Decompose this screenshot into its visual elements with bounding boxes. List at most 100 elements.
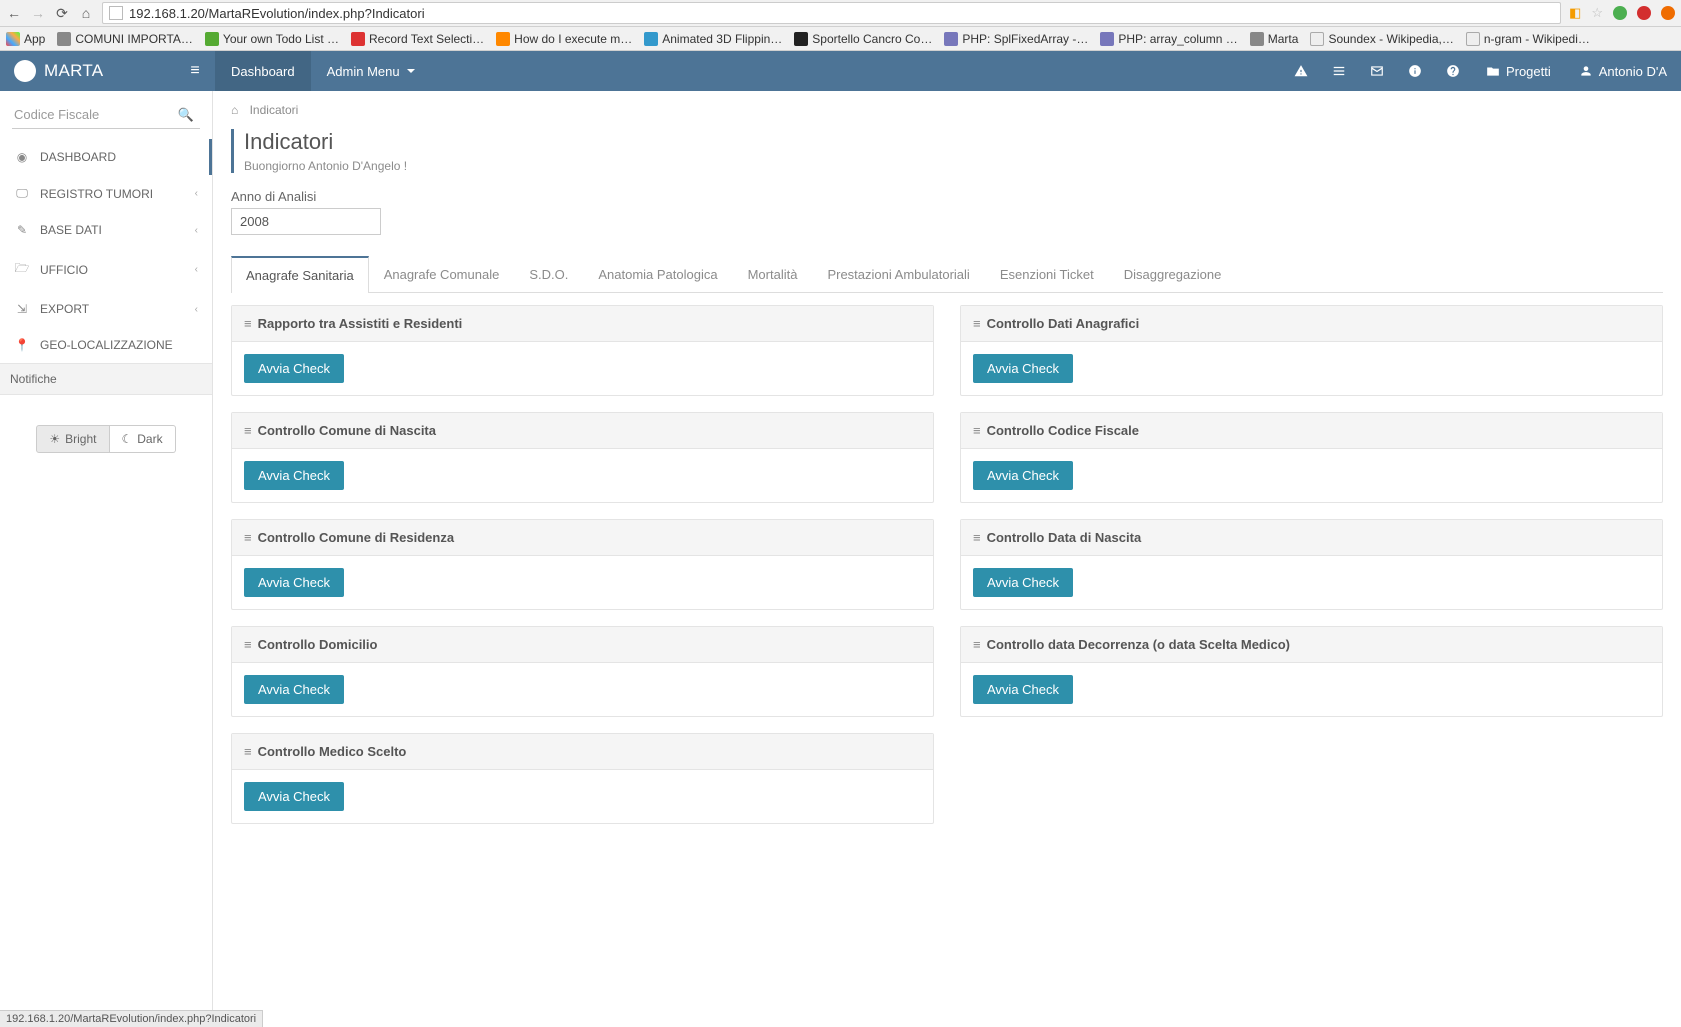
tab-anagrafe-comunale[interactable]: Anagrafe Comunale — [369, 256, 515, 293]
sidebar-item-export[interactable]: ⇲ EXPORT ‹ — [0, 291, 212, 327]
grip-icon[interactable]: ≡ — [244, 316, 250, 331]
ext-icon-3[interactable] — [1661, 6, 1675, 20]
search-icon[interactable]: 🔍 — [178, 107, 194, 123]
grip-icon[interactable]: ≡ — [973, 316, 979, 331]
breadcrumb: ⌂ Indicatori — [231, 91, 1663, 129]
bookmarks-bar: App COMUNI IMPORTA… Your own Todo List …… — [0, 27, 1681, 51]
bookmark-item[interactable]: Sportello Cancro Co… — [794, 32, 932, 46]
grip-icon[interactable]: ≡ — [973, 530, 979, 545]
bookmark-item[interactable]: PHP: SplFixedArray -… — [944, 32, 1088, 46]
nav-user[interactable]: Antonio D'A — [1565, 64, 1681, 79]
avvia-check-button[interactable]: Avvia Check — [973, 675, 1073, 704]
apps-button[interactable]: App — [6, 32, 45, 46]
bookmark-item[interactable]: COMUNI IMPORTA… — [57, 32, 193, 46]
avvia-check-button[interactable]: Avvia Check — [244, 782, 344, 811]
avvia-check-button[interactable]: Avvia Check — [973, 354, 1073, 383]
nav-list-icon[interactable] — [1320, 51, 1358, 91]
grip-icon[interactable]: ≡ — [244, 530, 250, 545]
address-bar[interactable]: 192.168.1.20/MartaREvolution/index.php?I… — [102, 2, 1561, 24]
grip-icon[interactable]: ≡ — [973, 637, 979, 652]
ext-icon-2[interactable] — [1637, 6, 1651, 20]
sidebar-item-ufficio[interactable]: 🗁 UFFICIO ‹ — [0, 248, 212, 291]
nav-info-icon[interactable] — [1396, 51, 1434, 91]
avvia-check-button[interactable]: Avvia Check — [244, 568, 344, 597]
tab-esenzioni[interactable]: Esenzioni Ticket — [985, 256, 1109, 293]
nav-help-icon[interactable] — [1434, 51, 1472, 91]
avvia-check-button[interactable]: Avvia Check — [244, 675, 344, 704]
avvia-check-button[interactable]: Avvia Check — [973, 461, 1073, 490]
panels-left-column: ≡ Rapporto tra Assistiti e Residenti Avvi… — [231, 305, 934, 824]
main-content: ⌂ Indicatori Indicatori Buongiorno Anton… — [213, 91, 1681, 1027]
notifiche-header: Notifiche — [0, 363, 212, 395]
nav-progetti[interactable]: Progetti — [1472, 64, 1565, 79]
url-text: 192.168.1.20/MartaREvolution/index.php?I… — [129, 6, 425, 21]
avvia-check-button[interactable]: Avvia Check — [244, 461, 344, 490]
tab-anatomia-patologica[interactable]: Anatomia Patologica — [583, 256, 732, 293]
ext-icon-1[interactable] — [1613, 6, 1627, 20]
brand-text: MARTA — [44, 61, 103, 81]
sidebar-toggle[interactable]: ≡ — [175, 51, 215, 91]
bookmark-item[interactable]: n-gram - Wikipedi… — [1466, 32, 1590, 46]
rss-icon[interactable]: ◧ — [1569, 5, 1581, 21]
theme-bright-button[interactable]: ☀ Bright — [36, 425, 109, 453]
back-icon[interactable]: ← — [6, 5, 22, 21]
bookmark-item[interactable]: Record Text Selecti… — [351, 32, 484, 46]
panel-title: Rapporto tra Assistiti e Residenti — [258, 316, 463, 331]
tabs: Anagrafe Sanitaria Anagrafe Comunale S.D… — [231, 255, 1663, 293]
tab-prestazioni[interactable]: Prestazioni Ambulatoriali — [812, 256, 984, 293]
folder-open-icon: 🗁 — [14, 259, 30, 280]
edit-icon: ✎ — [14, 223, 30, 237]
year-input[interactable] — [231, 208, 381, 235]
home-icon[interactable]: ⌂ — [231, 103, 238, 117]
chevron-left-icon: ‹ — [195, 225, 198, 236]
forward-icon[interactable]: → — [30, 5, 46, 21]
bookmark-item[interactable]: PHP: array_column … — [1100, 32, 1237, 46]
grip-icon[interactable]: ≡ — [973, 423, 979, 438]
sidebar-item-dashboard[interactable]: ◉ DASHBOARD — [0, 139, 212, 175]
grip-icon[interactable]: ≡ — [244, 744, 250, 759]
nav-alert-icon[interactable] — [1282, 51, 1320, 91]
grip-icon[interactable]: ≡ — [244, 637, 250, 652]
sidebar-item-geo[interactable]: 📍 GEO-LOCALIZZAZIONE — [0, 327, 212, 363]
chevron-left-icon: ‹ — [195, 304, 198, 315]
bookmark-item[interactable]: Animated 3D Flippin… — [644, 32, 782, 46]
theme-switch: ☀ Bright ☾ Dark — [0, 425, 212, 453]
tab-mortalita[interactable]: Mortalità — [733, 256, 813, 293]
grip-icon[interactable]: ≡ — [244, 423, 250, 438]
nav-mail-icon[interactable] — [1358, 51, 1396, 91]
avvia-check-button[interactable]: Avvia Check — [973, 568, 1073, 597]
panel-title: Controllo Comune di Residenza — [258, 530, 454, 545]
hamburger-icon: ≡ — [190, 62, 199, 80]
nav-admin-menu[interactable]: Admin Menu — [311, 51, 431, 91]
panel-codice-fiscale: ≡Controllo Codice Fiscale Avvia Check — [960, 412, 1663, 503]
bookmark-item[interactable]: Soundex - Wikipedia,… — [1310, 32, 1453, 46]
avvia-check-button[interactable]: Avvia Check — [244, 354, 344, 383]
caret-down-icon — [407, 69, 415, 73]
theme-dark-button[interactable]: ☾ Dark — [110, 425, 176, 453]
tab-sdo[interactable]: S.D.O. — [514, 256, 583, 293]
reload-icon[interactable]: ⟳ — [54, 5, 70, 21]
tab-disaggregazione[interactable]: Disaggregazione — [1109, 256, 1237, 293]
moon-icon: ☾ — [122, 432, 133, 446]
panel-title: Controllo Data di Nascita — [987, 530, 1142, 545]
panel-medico-scelto: ≡ Controllo Medico Scelto Avvia Check — [231, 733, 934, 824]
home-icon[interactable]: ⌂ — [78, 5, 94, 21]
panel-title: Controllo Medico Scelto — [258, 744, 407, 759]
breadcrumb-current: Indicatori — [250, 103, 299, 117]
star-icon[interactable]: ☆ — [1591, 5, 1603, 21]
page-icon — [109, 6, 123, 20]
panel-domicilio: ≡Controllo Domicilio Avvia Check — [231, 626, 934, 717]
sidebar-item-registro-tumori[interactable]: 🖵 REGISTRO TUMORI ‹ — [0, 175, 212, 212]
bookmark-item[interactable]: Marta — [1250, 32, 1299, 46]
page-title: Indicatori — [244, 129, 1663, 155]
nav-dashboard[interactable]: Dashboard — [215, 51, 311, 91]
sidebar-item-base-dati[interactable]: ✎ BASE DATI ‹ — [0, 212, 212, 248]
tab-anagrafe-sanitaria[interactable]: Anagrafe Sanitaria — [231, 256, 369, 293]
bookmark-item[interactable]: Your own Todo List … — [205, 32, 339, 46]
dashboard-icon: ◉ — [14, 150, 30, 164]
export-icon: ⇲ — [14, 302, 30, 316]
brand[interactable]: MARTA — [0, 60, 175, 82]
bookmark-item[interactable]: How do I execute m… — [496, 32, 632, 46]
search-input[interactable] — [12, 101, 200, 129]
panel-title: Controllo data Decorrenza (o data Scelta… — [987, 637, 1290, 652]
